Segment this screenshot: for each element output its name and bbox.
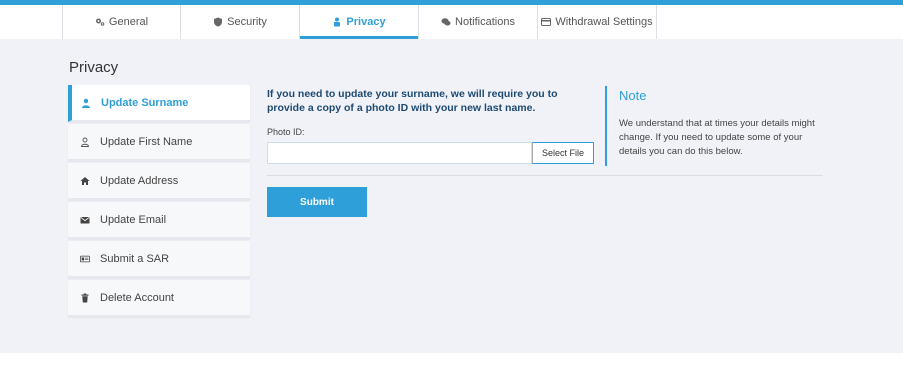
user-lock-icon: [334, 17, 341, 27]
sidebar-item-update-first-name[interactable]: Update First Name: [68, 124, 250, 161]
sidebar-item-label: Delete Account: [100, 291, 174, 304]
tab-general-label: General: [108, 16, 149, 28]
gears-icon: [95, 18, 105, 26]
envelope-icon: [80, 216, 90, 223]
privacy-side-menu: Update Surname Update First Name Update …: [68, 85, 250, 319]
page-title: Privacy: [69, 59, 119, 76]
tab-privacy-label: Privacy: [346, 16, 386, 28]
form-intro-text: If you need to update your surname, we w…: [267, 88, 558, 114]
note-text: We understand that at times your details…: [619, 118, 815, 157]
submit-button[interactable]: Submit: [267, 187, 367, 217]
sidebar-item-update-surname[interactable]: Update Surname: [68, 85, 250, 122]
page-footer-space: [0, 353, 903, 368]
content-area: Privacy Update Surname Update First Name…: [0, 39, 903, 353]
photo-id-file-field[interactable]: [267, 142, 532, 164]
sidebar-item-update-address[interactable]: Update Address: [68, 163, 250, 200]
tab-notifications[interactable]: Notifications: [419, 5, 538, 39]
tab-notifications-label: Notifications: [455, 16, 515, 28]
form-divider: [267, 175, 823, 176]
tab-withdrawal-settings-label: Withdrawal Settings: [555, 16, 653, 28]
update-surname-form: If you need to update your surname, we w…: [267, 87, 597, 164]
tab-privacy[interactable]: Privacy: [300, 5, 419, 39]
card-icon: [541, 18, 552, 26]
trash-icon: [81, 293, 89, 302]
sidebar-item-submit-sar[interactable]: Submit a SAR: [68, 241, 250, 278]
photo-id-file-row: Select File: [267, 142, 597, 164]
sidebar-item-label: Update First Name: [100, 135, 193, 148]
sidebar-item-update-email[interactable]: Update Email: [68, 202, 250, 239]
sidebar-item-label: Update Surname: [101, 96, 189, 109]
tab-withdrawal-settings[interactable]: Withdrawal Settings: [538, 5, 657, 39]
note-title: Note: [619, 88, 647, 103]
sidebar-item-label: Update Email: [100, 213, 167, 226]
user-outline-icon: [81, 137, 89, 147]
photo-id-label: Photo ID:: [267, 127, 305, 137]
shield-icon: [214, 17, 223, 27]
tab-security-label: Security: [227, 16, 267, 28]
home-icon: [80, 176, 90, 185]
sidebar-item-label: Submit a SAR: [100, 252, 170, 265]
sidebar-item-label: Update Address: [100, 174, 179, 187]
select-file-button[interactable]: Select File: [532, 142, 594, 164]
settings-tabs: General Security Privacy Notifications W…: [62, 5, 657, 39]
tab-security[interactable]: Security: [181, 5, 300, 39]
tab-general[interactable]: General: [62, 5, 181, 39]
sidebar-item-delete-account[interactable]: Delete Account: [68, 280, 250, 317]
note-panel: Note We understand that at times your de…: [605, 86, 825, 166]
chat-icon: [441, 18, 451, 26]
user-icon: [82, 98, 90, 108]
id-card-icon: [80, 255, 90, 262]
